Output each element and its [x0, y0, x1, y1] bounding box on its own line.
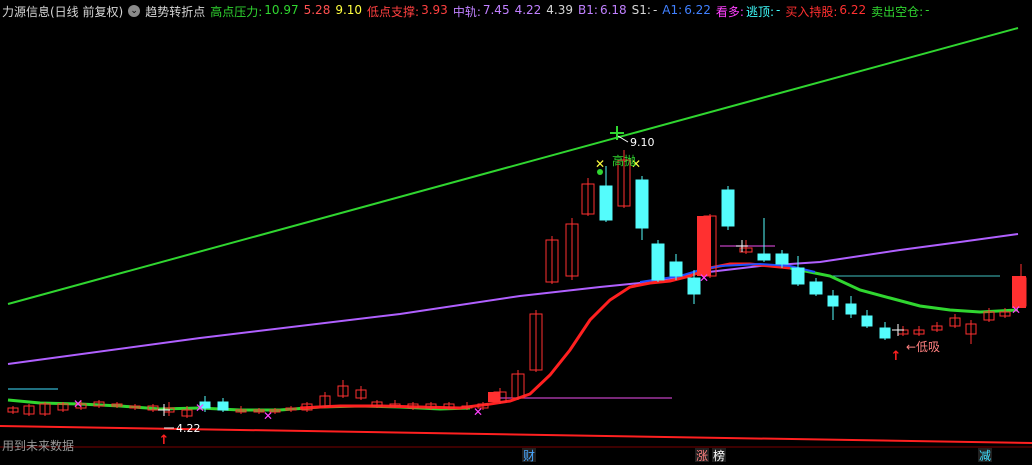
indicator-value-2-2: 4.39 [546, 2, 574, 17]
stock-title[interactable]: 力源信息(日线 前复权) [2, 3, 123, 20]
resistance-line [7, 27, 1019, 305]
indicator-value-7-0: - [776, 2, 781, 17]
candle-body [775, 253, 789, 265]
candle-body [669, 261, 683, 277]
high-sell-label: 高抛 [612, 153, 636, 168]
indicator-value-5-0: 6.22 [684, 2, 711, 17]
candle-body [217, 401, 229, 411]
indicator-value-1-0: 3.93 [421, 2, 448, 17]
indicator-label-5: A1: [662, 2, 683, 17]
candle-body [791, 267, 805, 285]
magenta-x-marker: ✕ [195, 401, 205, 415]
indicator-name[interactable]: 趋势转折点 [145, 3, 205, 20]
buy-arrow-icon: ↑ [891, 349, 902, 364]
candle-body [879, 327, 891, 339]
candle-body [845, 303, 857, 315]
event-mark-3: 减 [979, 449, 991, 463]
indicator-label-3: B1: [578, 2, 598, 17]
indicator-value-8-0: 6.22 [839, 2, 867, 17]
peak-value-label: 9.10 [630, 136, 655, 149]
indicator-label-4: S1: [631, 2, 651, 17]
indicator-value-0-1: 5.28 [303, 2, 331, 17]
indicator-value-9-0: - [925, 2, 930, 17]
event-mark-0: 财 [523, 449, 535, 463]
indicator-label-0: 高点压力: [210, 4, 263, 19]
candle-body [599, 185, 613, 221]
buy-arrow-icon: ↑ [159, 433, 170, 448]
indicator-value-2-1: 4.22 [514, 2, 542, 17]
low-value-label: 4.22 [176, 422, 201, 435]
indicator-label-6: 看多: [715, 4, 744, 19]
indicator-value-0-0: 10.97 [264, 2, 299, 17]
yellow-x-marker: ✕ [595, 157, 605, 171]
candle-body [651, 243, 665, 281]
indicator-label-7: 逃顶: [745, 4, 774, 19]
event-mark-1: 涨 [696, 448, 708, 463]
kline-chart-canvas[interactable]: ✕ ✕✕ ✕✕✕✕ ✕9.10高抛4.22↑←低吸↑财涨榜减 [0, 0, 1032, 465]
candle-body [827, 295, 839, 307]
candle-body [757, 253, 771, 261]
mid-line [7, 233, 1019, 365]
indicator-value-2-0: 7.45 [482, 2, 510, 17]
indicator-label-8: 买入持股: [785, 4, 838, 19]
candle-body-strong [488, 392, 500, 402]
indicator-header-bar: 力源信息(日线 前复权) ⌄ 趋势转折点 高点压力: 10.97 5.28 9.10 低… [0, 0, 1032, 22]
green-dot-marker [597, 169, 603, 175]
candle-body [809, 281, 823, 295]
indicator-values: 高点压力: 10.97 5.28 9.10 低点支撑: 3.93 中轨: 7.45 4.22 4.… [210, 3, 934, 20]
chevron-down-icon[interactable]: ⌄ [128, 5, 141, 17]
indicator-label-1: 低点支撑: [367, 4, 420, 19]
candle-body-strong [697, 216, 711, 276]
indicator-label-9: 卖出空仓: [871, 4, 924, 19]
indicator-value-3-0: 6.18 [599, 2, 627, 17]
event-mark-2: 榜 [713, 448, 725, 463]
future-data-warning: 用到未来数据 [2, 439, 75, 453]
indicator-value-0-2: 9.10 [335, 2, 363, 17]
candle-body [721, 189, 735, 227]
low-buy-label: ←低吸 [906, 340, 940, 354]
indicator-label-2: 中轨: [452, 4, 481, 19]
magenta-x-marker: ✕ [1011, 303, 1021, 317]
magenta-x-marker: ✕ [473, 405, 483, 419]
magenta-x-marker: ✕ [73, 397, 83, 411]
trend-line-red [299, 262, 791, 410]
trend-line-late [789, 266, 1019, 314]
support-line [0, 425, 1032, 444]
candle-body [861, 315, 873, 327]
magenta-x-marker: ✕ [699, 271, 709, 285]
magenta-x-marker: ✕ [263, 409, 273, 423]
indicator-value-4-0: - [652, 2, 658, 17]
candle-body [635, 179, 649, 229]
